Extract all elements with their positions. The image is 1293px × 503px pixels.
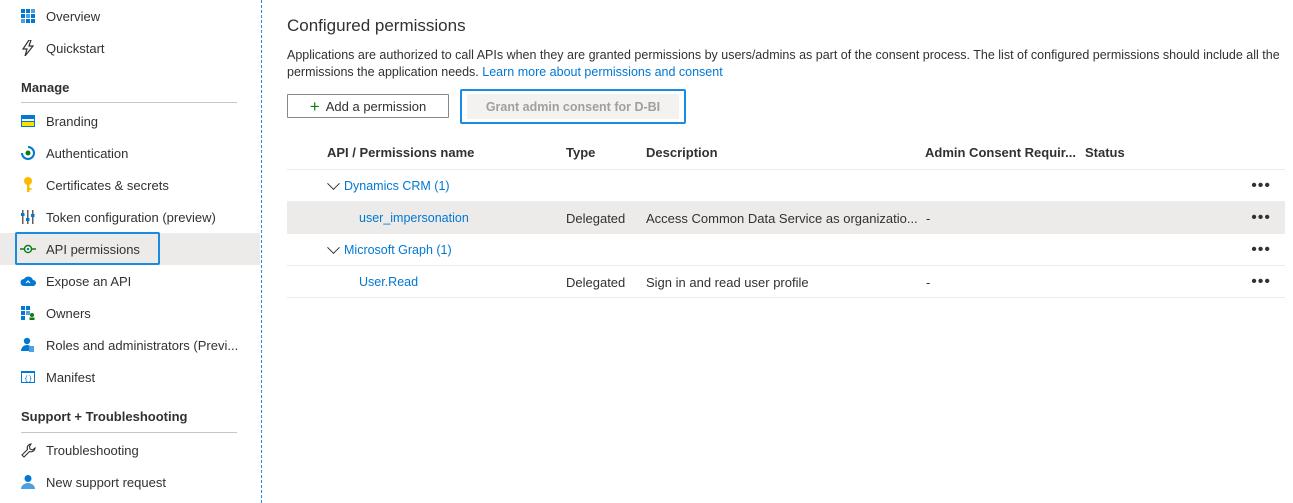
sidebar-item-label: Expose an API (46, 273, 132, 289)
chevron-down-icon (327, 240, 340, 254)
more-options-icon[interactable]: ••• (1251, 170, 1271, 202)
column-header-type[interactable]: Type (566, 145, 595, 160)
wrench-icon (20, 442, 36, 458)
sidebar-item-owners[interactable]: Owners (0, 297, 260, 329)
permission-type: Delegated (566, 274, 626, 290)
roles-icon (20, 337, 36, 353)
permission-name[interactable]: User.Read (359, 275, 418, 289)
sidebar-item-quickstart[interactable]: Quickstart (0, 32, 260, 64)
cloud-icon (20, 273, 36, 289)
permission-description: Sign in and read user profile (646, 274, 809, 290)
sidebar-item-token-configuration[interactable]: Token configuration (preview) (0, 201, 260, 233)
more-options-icon[interactable]: ••• (1251, 266, 1271, 298)
group-name[interactable]: Dynamics CRM (1) (344, 179, 450, 193)
description-text: Applications are authorized to call APIs… (287, 48, 1280, 79)
sidebar-item-roles-administrators[interactable]: Roles and administrators (Previ... (0, 329, 260, 361)
divider (21, 102, 237, 103)
sidebar-item-label: Manifest (46, 369, 96, 385)
permission-description: Access Common Data Service as organizati… (646, 210, 918, 226)
sidebar-item-new-support-request[interactable]: New support request (0, 466, 260, 498)
permission-name[interactable]: user_impersonation (359, 211, 469, 225)
more-options-icon[interactable]: ••• (1251, 234, 1271, 266)
sidebar-item-api-permissions[interactable]: API permissions (0, 233, 260, 265)
svg-text:{}: {} (24, 375, 32, 383)
page-title: Configured permissions (287, 16, 466, 35)
chevron-down-icon (327, 176, 340, 190)
sidebar-item-branding[interactable]: Branding (0, 105, 260, 137)
sidebar-item-expose-api[interactable]: Expose an API (0, 265, 260, 297)
group-name[interactable]: Microsoft Graph (1) (344, 243, 452, 257)
sidebar-item-label: Token configuration (preview) (46, 209, 216, 225)
sidebar-item-certificates[interactable]: Certificates & secrets (0, 169, 260, 201)
sidebar-item-label: API permissions (46, 241, 140, 257)
group-toggle[interactable]: Dynamics CRM (1) (327, 170, 450, 202)
table-row[interactable]: user_impersonation Delegated Access Comm… (287, 202, 1285, 234)
manifest-icon: {} (20, 369, 36, 385)
sidebar-item-label: Overview (46, 8, 101, 24)
admin-consent-value: - (926, 210, 931, 226)
sidebar-item-label: Quickstart (46, 40, 105, 56)
sidebar-item-label: Roles and administrators (Previ... (46, 337, 239, 353)
group-row[interactable]: Dynamics CRM (1) ••• (287, 170, 1285, 202)
sidebar-item-label: Branding (46, 113, 99, 129)
sidebar-item-label: Owners (46, 305, 91, 321)
more-options-icon[interactable]: ••• (1251, 202, 1271, 234)
lightning-icon (20, 40, 36, 56)
section-header-manage: Manage (21, 80, 70, 95)
column-header-description[interactable]: Description (646, 145, 718, 160)
branding-icon (20, 113, 36, 129)
support-person-icon (20, 474, 36, 490)
permission-type: Delegated (566, 210, 626, 226)
sidebar: Overview Quickstart Manage Branding Auth… (0, 0, 262, 503)
group-toggle[interactable]: Microsoft Graph (1) (327, 234, 452, 266)
api-permissions-icon (20, 241, 36, 257)
token-config-icon (20, 209, 36, 225)
authentication-icon (20, 145, 36, 161)
learn-more-link[interactable]: Learn more about permissions and consent (482, 65, 722, 79)
sidebar-item-label: Certificates & secrets (46, 177, 169, 193)
plus-icon: + (309, 96, 320, 116)
sidebar-item-label: Troubleshooting (46, 442, 139, 458)
group-row[interactable]: Microsoft Graph (1) ••• (287, 234, 1285, 266)
sidebar-item-label: Authentication (46, 145, 129, 161)
owners-icon (20, 305, 36, 321)
column-header-admin-consent[interactable]: Admin Consent Requir... (925, 145, 1076, 160)
grant-admin-consent-button[interactable]: Grant admin consent for D-BI (467, 94, 679, 119)
sidebar-item-authentication[interactable]: Authentication (0, 137, 260, 169)
add-permission-label: Add a permission (325, 98, 427, 114)
sidebar-item-manifest[interactable]: {} Manifest (0, 361, 260, 393)
sidebar-item-overview[interactable]: Overview (0, 0, 260, 32)
sidebar-item-label: New support request (46, 474, 166, 490)
section-header-support: Support + Troubleshooting (21, 409, 188, 424)
grid-icon (20, 8, 36, 24)
key-icon (20, 177, 36, 193)
sidebar-item-troubleshooting[interactable]: Troubleshooting (0, 434, 260, 466)
description: Applications are authorized to call APIs… (287, 47, 1283, 81)
column-header-api[interactable]: API / Permissions name (327, 145, 474, 160)
table-row[interactable]: User.Read Delegated Sign in and read use… (287, 266, 1285, 298)
add-permission-button[interactable]: + Add a permission (287, 94, 449, 118)
highlight-box: Grant admin consent for D-BI (460, 89, 686, 124)
column-header-status[interactable]: Status (1085, 145, 1125, 160)
admin-consent-value: - (926, 274, 931, 290)
divider (21, 432, 237, 433)
